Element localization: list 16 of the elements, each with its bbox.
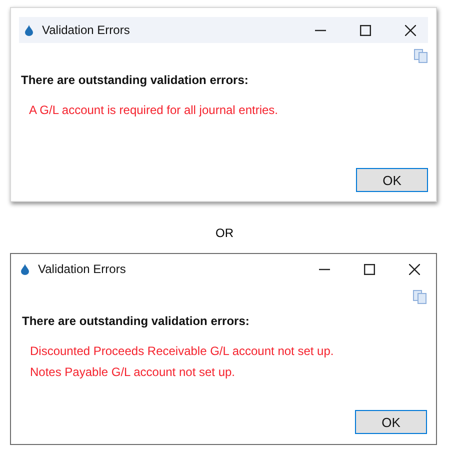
- close-icon[interactable]: [405, 24, 416, 36]
- error-heading: There are outstanding validation errors:: [21, 73, 250, 87]
- error-heading: There are outstanding validation errors:: [22, 314, 250, 328]
- ok-button[interactable]: OK: [355, 410, 427, 434]
- drop-icon: [25, 24, 33, 36]
- drop-icon: [21, 264, 29, 274]
- maximize-icon[interactable]: [364, 264, 375, 274]
- window-title: Validation Errors: [38, 262, 127, 276]
- separator-text: OR: [216, 226, 234, 240]
- maximize-icon[interactable]: [360, 24, 371, 36]
- error-message: Discounted Proceeds Receivable G/L account not set up.: [30, 344, 335, 358]
- close-icon[interactable]: [409, 264, 420, 274]
- window-title: Validation Errors: [42, 23, 131, 37]
- error-message: Notes Payable G/L account not set up.: [30, 365, 236, 379]
- error-message: A G/L account is required for all journal entries.: [29, 103, 280, 117]
- ok-button[interactable]: OK: [356, 168, 428, 192]
